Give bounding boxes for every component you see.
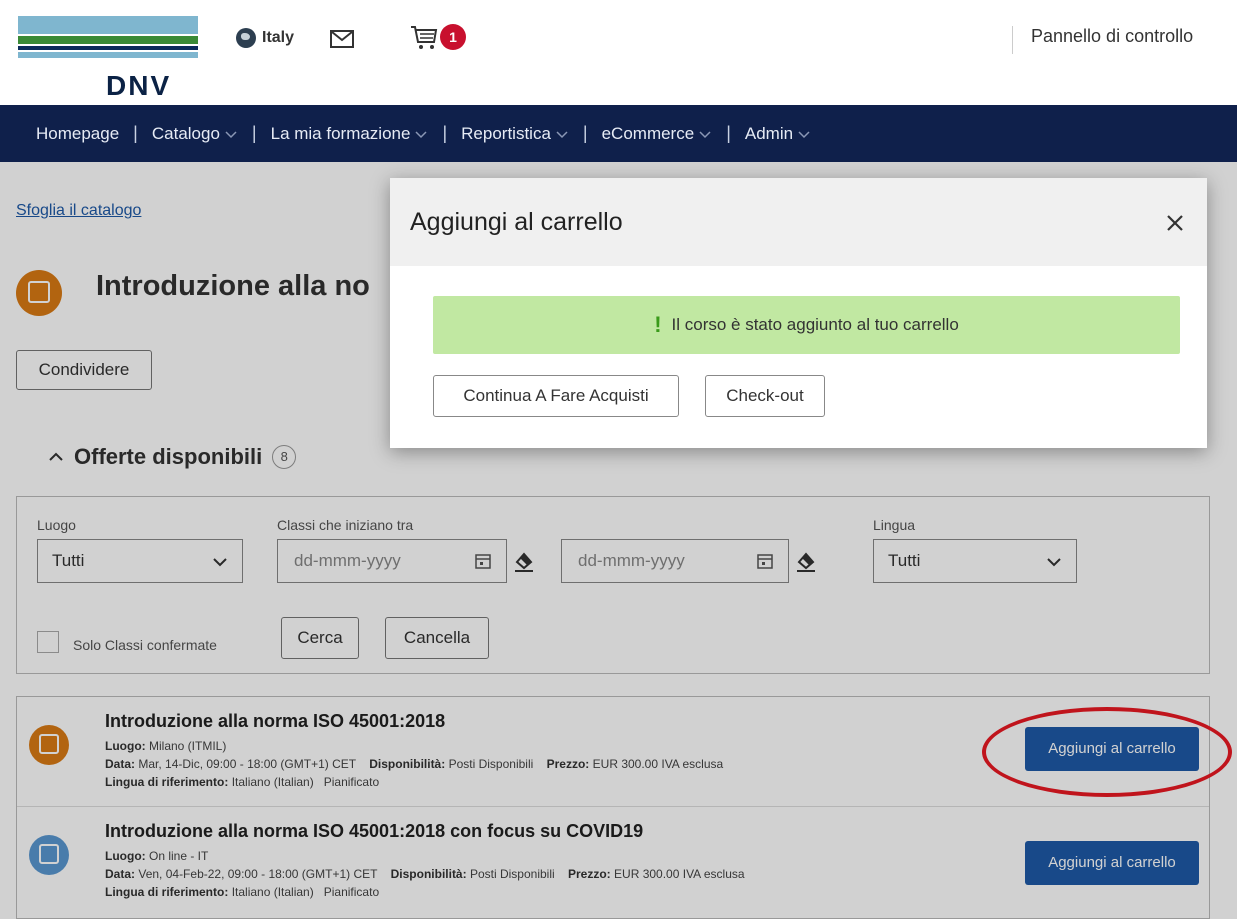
control-panel-link[interactable]: Pannello di controllo: [1012, 26, 1193, 54]
cart-count-badge: 1: [440, 24, 466, 50]
nav-ecommerce[interactable]: eCommerce: [602, 124, 713, 144]
dialog-title: Aggiungi al carrello: [410, 208, 623, 236]
dialog-header: Aggiungi al carrello: [390, 178, 1207, 266]
nav-separator: |: [251, 123, 257, 143]
annotation-circle: [982, 707, 1232, 797]
main-nav: Homepage | Catalogo | La mia formazione …: [0, 105, 1237, 162]
chevron-down-icon: [699, 130, 711, 138]
chevron-down-icon: [798, 130, 810, 138]
chevron-down-icon: [556, 130, 568, 138]
logo-text: DNV: [106, 70, 172, 101]
nav-admin[interactable]: Admin: [745, 124, 811, 144]
nav-homepage[interactable]: Homepage: [36, 124, 119, 144]
nav-separator: |: [442, 123, 448, 143]
nav-separator: |: [582, 123, 588, 143]
mail-icon[interactable]: [330, 30, 354, 48]
nav-la-mia-formazione[interactable]: La mia formazione: [271, 124, 429, 144]
exclamation-icon: !: [654, 312, 662, 337]
add-to-cart-dialog: Aggiungi al carrello ! Il corso è stato …: [390, 178, 1207, 448]
globe-icon: [236, 28, 256, 48]
nav-reportistica[interactable]: Reportistica: [461, 124, 569, 144]
nav-catalogo[interactable]: Catalogo: [152, 124, 238, 144]
locale-label: Italy: [262, 29, 295, 46]
locale-selector[interactable]: Italy: [236, 28, 294, 48]
cart-icon[interactable]: [410, 25, 438, 51]
success-alert: ! Il corso è stato aggiunto al tuo carre…: [433, 296, 1180, 354]
alert-text: Il corso è stato aggiunto al tuo carrell…: [671, 315, 959, 334]
chevron-down-icon: [415, 130, 427, 138]
nav-separator: |: [726, 123, 731, 143]
checkout-button[interactable]: Check-out: [705, 375, 825, 417]
close-icon[interactable]: [1164, 212, 1186, 234]
nav-separator: |: [133, 123, 138, 143]
continue-shopping-button[interactable]: Continua A Fare Acquisti: [433, 375, 679, 417]
top-header: DNV Italy 1 Pannello di controllo: [0, 0, 1237, 105]
dnv-logo[interactable]: DNV: [18, 16, 198, 102]
chevron-down-icon: [225, 130, 237, 138]
